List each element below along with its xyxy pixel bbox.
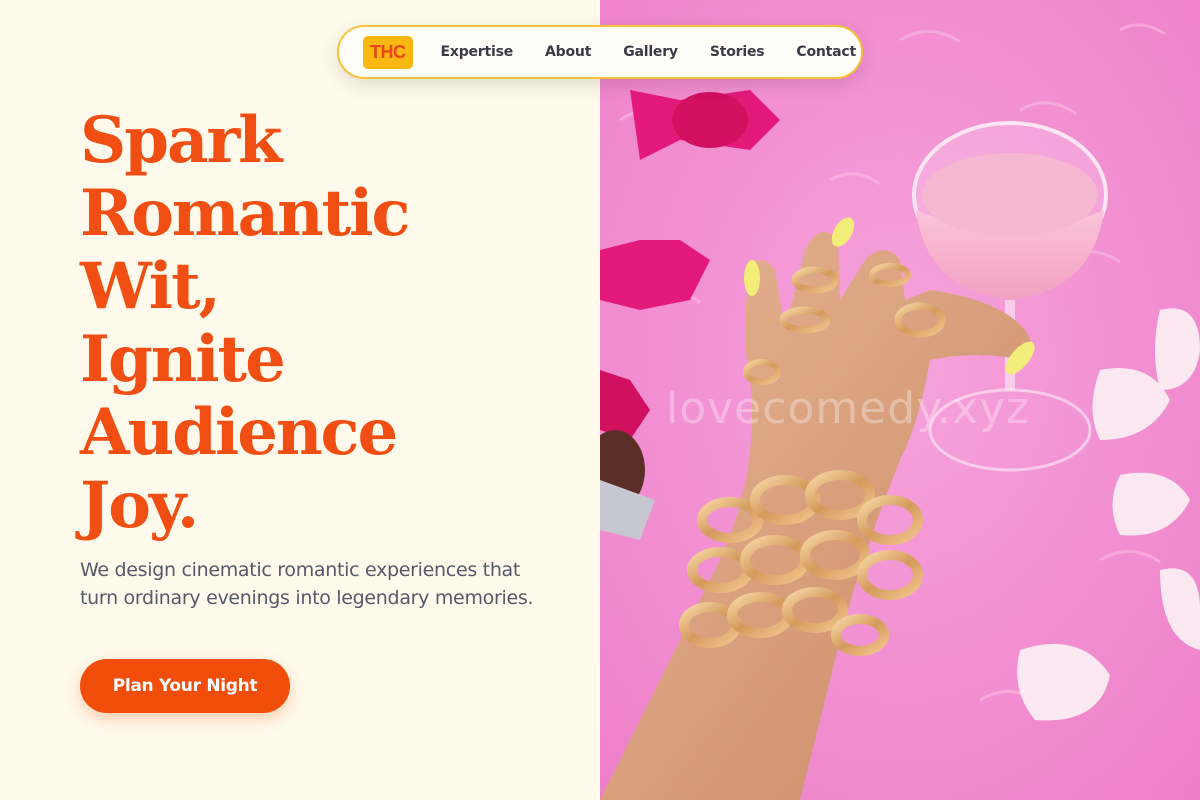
nav-links: Expertise About Gallery Stories Contact <box>425 44 872 60</box>
plan-your-night-button[interactable]: Plan Your Night <box>80 659 290 713</box>
nav-link-contact[interactable]: Contact <box>780 44 872 60</box>
logo[interactable]: THC <box>363 35 413 69</box>
hero-left-panel: Spark Romantic Wit, Ignite Audience Joy.… <box>0 0 600 800</box>
hero-headline: Spark Romantic Wit, Ignite Audience Joy. <box>80 104 540 542</box>
nav-link-about[interactable]: About <box>529 44 607 60</box>
headline-line: Audience <box>80 395 398 470</box>
nav-link-gallery[interactable]: Gallery <box>607 44 694 60</box>
headline-line: Wit, <box>80 249 221 324</box>
watermark: lovecomedy.xyz <box>666 383 1031 434</box>
nav-link-stories[interactable]: Stories <box>694 44 781 60</box>
headline-line: Spark <box>80 103 283 178</box>
top-nav: THC Expertise About Gallery Stories Cont… <box>337 25 863 79</box>
hero-photo: lovecomedy.xyz <box>600 0 1200 800</box>
headline-line: Ignite <box>80 322 286 397</box>
headline-line: Romantic <box>80 176 410 251</box>
headline-line: Joy. <box>80 468 199 543</box>
nav-link-expertise[interactable]: Expertise <box>425 44 530 60</box>
hero-subtext: We design cinematic romantic experiences… <box>80 559 534 609</box>
